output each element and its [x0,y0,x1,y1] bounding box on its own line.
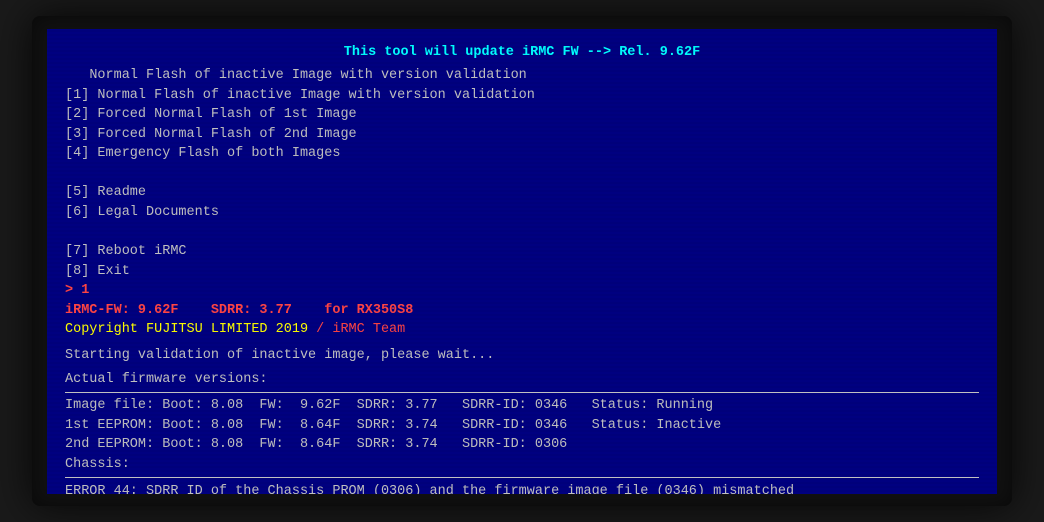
title-text: This tool will update iRMC FW --> Rel. 9… [344,45,700,60]
title-bar: This tool will update iRMC FW --> Rel. 9… [65,43,979,63]
prompt-line: > 1 [65,281,979,301]
divider-bottom [65,477,979,478]
table-row-image: Image file: Boot: 8.08 FW: 9.62F SDRR: 3… [65,396,979,416]
menu-item-4: [4] Emergency Flash of both Images [65,144,979,164]
copyright-text: Copyright FUJITSU LIMITED 2019 [65,322,308,337]
section-title: Actual firmware versions: [65,370,979,390]
menu-item-1: [1] Normal Flash of inactive Image with … [65,86,979,106]
monitor: This tool will update iRMC FW --> Rel. 9… [32,16,1012,506]
table-row-chassis: Chassis: [65,455,979,475]
wait-message: Starting validation of inactive image, p… [65,346,979,366]
subtitle-line: Normal Flash of inactive Image with vers… [65,66,979,86]
model: for RX350S8 [324,303,413,318]
sdrr-version: SDRR: 3.77 [211,303,292,318]
copyright-line: Copyright FUJITSU LIMITED 2019 / iRMC Te… [65,320,979,340]
error-44-line: ERROR 44: SDRR ID of the Chassis PROM (0… [65,482,979,493]
divider-top [65,392,979,393]
fw-line: iRMC-FW: 9.62F SDRR: 3.77 for RX350S8 [65,301,979,321]
menu-item-6: [6] Legal Documents [65,203,979,223]
irmc-team: / iRMC Team [308,322,405,337]
terminal-screen: This tool will update iRMC FW --> Rel. 9… [47,29,997,494]
table-row-2nd-eeprom: 2nd EEPROM: Boot: 8.08 FW: 8.64F SDRR: 3… [65,435,979,455]
menu-item-8: [8] Exit [65,262,979,282]
menu-item-7: [7] Reboot iRMC [65,242,979,262]
menu-item-2: [2] Forced Normal Flash of 1st Image [65,105,979,125]
menu-item-3: [3] Forced Normal Flash of 2nd Image [65,125,979,145]
table-row-1st-eeprom: 1st EEPROM: Boot: 8.08 FW: 8.64F SDRR: 3… [65,416,979,436]
menu-item-5: [5] Readme [65,183,979,203]
